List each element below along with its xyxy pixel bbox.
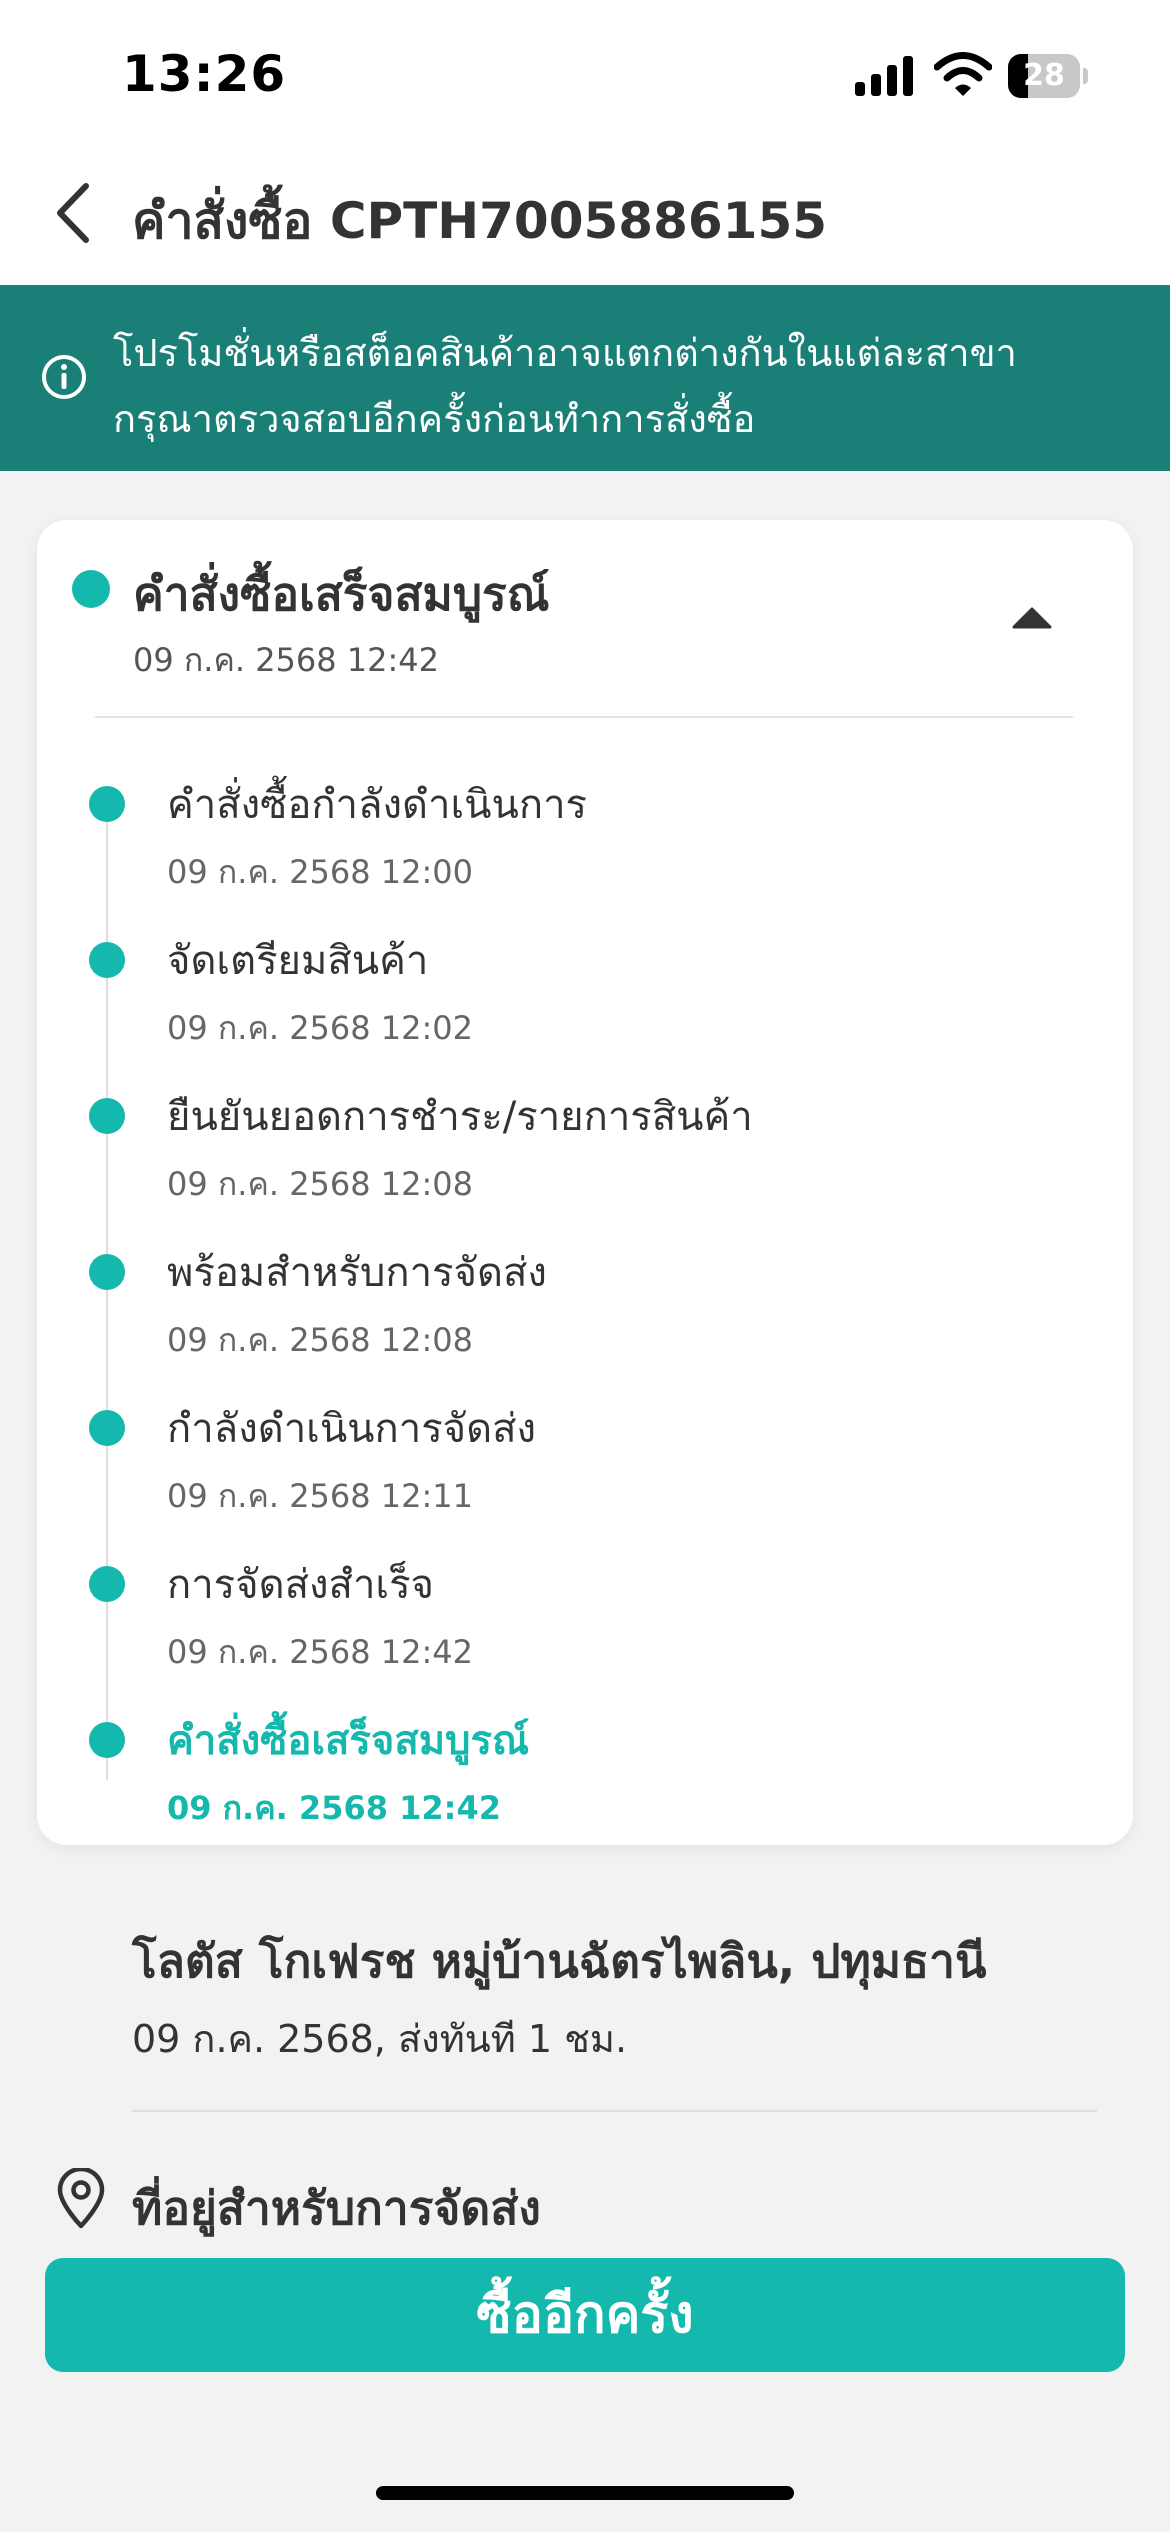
step-dot bbox=[89, 1254, 125, 1290]
info-icon bbox=[42, 355, 86, 399]
step-dot bbox=[89, 1098, 125, 1134]
timeline-step: พร้อมสำหรับการจัดส่ง 09 ก.ค. 2568 12:08 bbox=[37, 1240, 1133, 1390]
current-status-title: คำสั่งซื้อเสร็จสมบูรณ์ bbox=[133, 567, 550, 621]
step-date: 09 ก.ค. 2568 12:42 bbox=[167, 1633, 474, 1671]
store-delivery-info: 09 ก.ค. 2568, ส่งทันที 1 ชม. bbox=[132, 2017, 628, 2061]
delivery-address-title[interactable]: ที่อยู่สำหรับการจัดส่ง bbox=[132, 2172, 541, 2245]
step-date: 09 ก.ค. 2568 12:42 bbox=[167, 1789, 501, 1827]
step-title: คำสั่งซื้อกำลังดำเนินการ bbox=[167, 782, 588, 828]
step-date: 09 ก.ค. 2568 12:08 bbox=[167, 1165, 474, 1203]
wifi-icon bbox=[934, 52, 992, 96]
top-area: 13:26 28 คำสั่งซื้อ CPTH7005886155 bbox=[0, 0, 1170, 285]
step-title: พร้อมสำหรับการจัดส่ง bbox=[167, 1250, 547, 1296]
step-dot bbox=[89, 942, 125, 978]
current-status-date: 09 ก.ค. 2568 12:42 bbox=[133, 641, 440, 679]
chevron-up-icon[interactable] bbox=[1012, 605, 1052, 631]
store-name: โลตัส โกเฟรช หมู่บ้านฉัตรไพลิน, ปทุมธานี bbox=[132, 1934, 987, 1988]
signal-icon bbox=[855, 56, 913, 96]
info-banner: โปรโมชั่นหรือสต็อคสินค้าอาจแตกต่างกันในแ… bbox=[0, 285, 1170, 471]
step-dot bbox=[89, 786, 125, 822]
current-status-dot bbox=[72, 570, 110, 608]
section-divider bbox=[132, 2110, 1097, 2112]
buy-again-button[interactable]: ซื้ออีกครั้ง bbox=[45, 2258, 1125, 2372]
timeline-step: กำลังดำเนินการจัดส่ง 09 ก.ค. 2568 12:11 bbox=[37, 1396, 1133, 1546]
map-pin-icon bbox=[57, 2168, 105, 2229]
step-title: กำลังดำเนินการจัดส่ง bbox=[167, 1406, 537, 1452]
step-title: คำสั่งซื้อเสร็จสมบูรณ์ bbox=[167, 1718, 530, 1764]
step-title: การจัดส่งสำเร็จ bbox=[167, 1562, 434, 1608]
step-date: 09 ก.ค. 2568 12:00 bbox=[167, 853, 474, 891]
battery-level: 28 bbox=[1023, 58, 1065, 93]
status-time: 13:26 bbox=[122, 45, 287, 103]
status-bar: 13:26 28 bbox=[0, 0, 1170, 150]
step-dot bbox=[89, 1722, 125, 1758]
chevron-left-icon[interactable] bbox=[48, 180, 100, 246]
step-date: 09 ก.ค. 2568 12:02 bbox=[167, 1009, 474, 1047]
banner-line-1: โปรโมชั่นหรือสต็อคสินค้าอาจแตกต่างกันในแ… bbox=[113, 331, 1017, 375]
step-dot bbox=[89, 1566, 125, 1602]
card-divider bbox=[95, 716, 1073, 718]
nav-header: คำสั่งซื้อ CPTH7005886155 bbox=[0, 160, 1170, 270]
step-title: ยืนยันยอดการชำระ/รายการสินค้า bbox=[167, 1094, 753, 1140]
order-status-card: คำสั่งซื้อเสร็จสมบูรณ์ 09 ก.ค. 2568 12:4… bbox=[37, 520, 1133, 1845]
battery-icon: 28 bbox=[1008, 54, 1088, 98]
timeline-step: คำสั่งซื้อกำลังดำเนินการ 09 ก.ค. 2568 12… bbox=[37, 772, 1133, 922]
home-indicator[interactable] bbox=[376, 2486, 794, 2500]
banner-line-2: กรุณาตรวจสอบอีกครั้งก่อนทำการสั่งซื้อ bbox=[113, 397, 756, 441]
timeline-step: ยืนยันยอดการชำระ/รายการสินค้า 09 ก.ค. 25… bbox=[37, 1084, 1133, 1234]
step-title: จัดเตรียมสินค้า bbox=[167, 938, 429, 984]
page-title: คำสั่งซื้อ CPTH7005886155 bbox=[132, 192, 828, 250]
step-dot bbox=[89, 1410, 125, 1446]
timeline-step-current: คำสั่งซื้อเสร็จสมบูรณ์ 09 ก.ค. 2568 12:4… bbox=[37, 1708, 1133, 1858]
step-date: 09 ก.ค. 2568 12:08 bbox=[167, 1321, 474, 1359]
step-date: 09 ก.ค. 2568 12:11 bbox=[167, 1477, 474, 1515]
timeline-step: จัดเตรียมสินค้า 09 ก.ค. 2568 12:02 bbox=[37, 928, 1133, 1078]
timeline-step: การจัดส่งสำเร็จ 09 ก.ค. 2568 12:42 bbox=[37, 1552, 1133, 1702]
